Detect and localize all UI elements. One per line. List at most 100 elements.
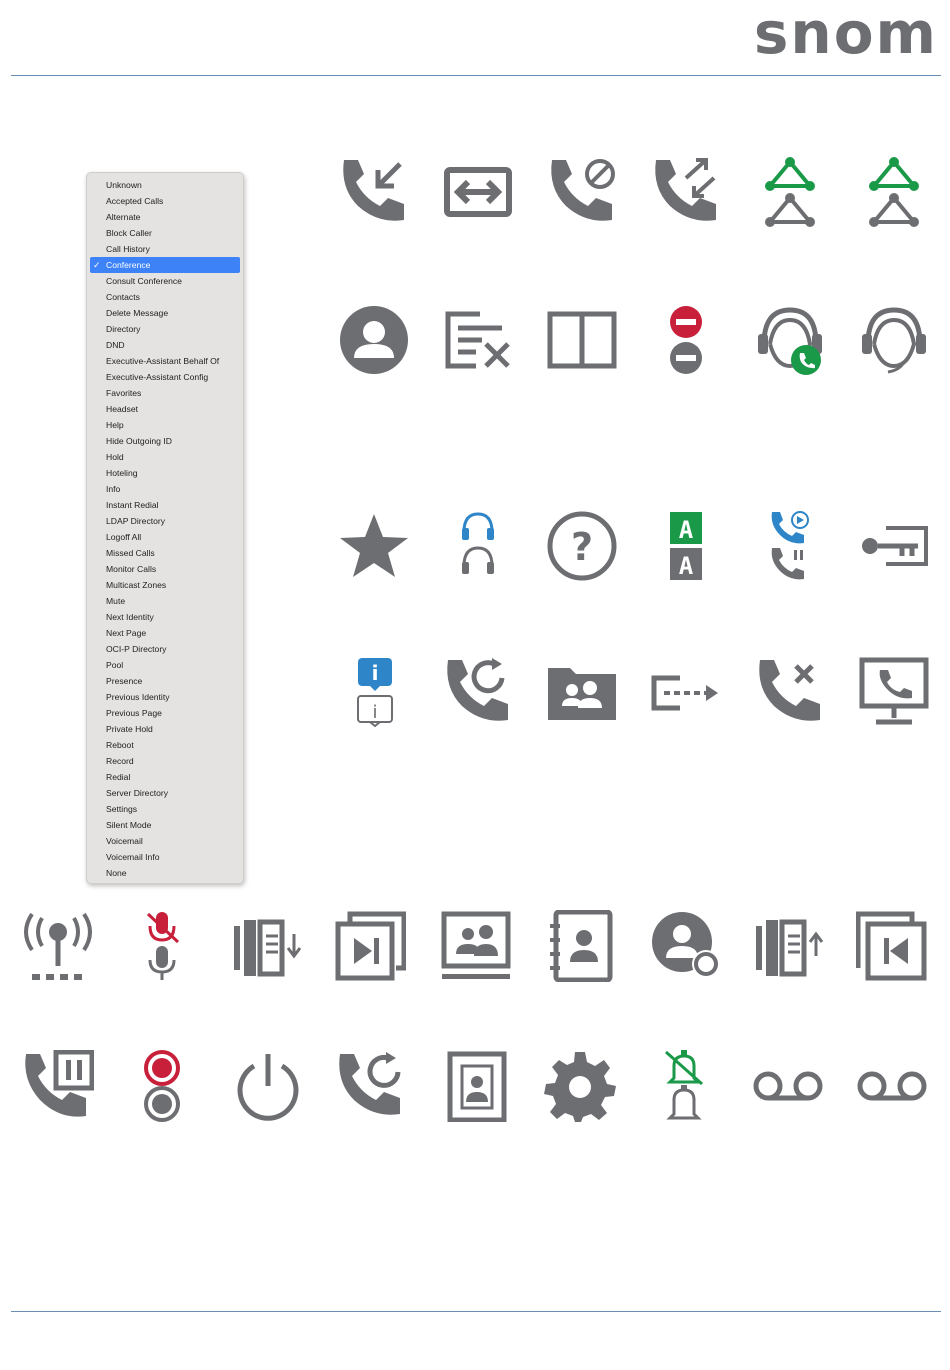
menu-item-monitor-calls[interactable]: Monitor Calls [87, 561, 243, 577]
alternate-icon [442, 156, 514, 228]
menu-item-directory[interactable]: Directory [87, 321, 243, 337]
menu-item-label: Directory [106, 324, 141, 334]
menu-item-label: Accepted Calls [106, 196, 164, 206]
presence-icon [650, 910, 722, 982]
menu-item-label: Contacts [106, 292, 140, 302]
menu-item-next-page[interactable]: Next Page [87, 625, 243, 641]
menu-item-previous-identity[interactable]: Previous Identity [87, 689, 243, 705]
menu-item-reboot[interactable]: Reboot [87, 737, 243, 753]
menu-item-previous-page[interactable]: Previous Page [87, 705, 243, 721]
menu-item-label: Redial [106, 772, 131, 782]
menu-item-label: None [106, 868, 127, 878]
menu-item-label: Favorites [106, 388, 142, 398]
menu-item-record[interactable]: Record [87, 753, 243, 769]
menu-item-label: Hold [106, 452, 124, 462]
menu-item-call-history[interactable]: Call History [87, 241, 243, 257]
snom-logo: snom [753, 0, 938, 67]
menu-item-hoteling[interactable]: Hoteling [87, 465, 243, 481]
executive-assistant-config-icon [858, 304, 930, 376]
consult-conference-icon [858, 156, 930, 228]
ldap-directory-icon [546, 656, 618, 728]
menu-item-hold[interactable]: Hold [87, 449, 243, 465]
voicemail-icon [752, 1050, 824, 1122]
menu-item-dnd[interactable]: DND [87, 337, 243, 353]
svg-text:A: A [679, 552, 694, 580]
menu-item-label: Previous Page [106, 708, 162, 718]
menu-item-multicast-zones[interactable]: Multicast Zones [87, 577, 243, 593]
oci-p-directory-icon [440, 910, 512, 982]
menu-item-label: Block Caller [106, 228, 152, 238]
menu-item-label: Alternate [106, 212, 141, 222]
previous-page-icon [856, 910, 928, 982]
menu-item-logoff-all[interactable]: Logoff All [87, 529, 243, 545]
key-function-dropdown[interactable]: Unknown Accepted Calls Alternate Block Call… [86, 172, 244, 884]
menu-item-label: Presence [106, 676, 143, 686]
menu-item-label: Record [106, 756, 134, 766]
menu-item-label: Headset [106, 404, 139, 414]
favorites-icon [338, 510, 410, 582]
menu-item-help[interactable]: Help [87, 417, 243, 433]
menu-item-label: Silent Mode [106, 820, 152, 830]
menu-item-label: Consult Conference [106, 276, 182, 286]
menu-item-settings[interactable]: Settings [87, 801, 243, 817]
menu-item-none[interactable]: None [87, 865, 243, 881]
menu-item-unknown[interactable]: Unknown [87, 177, 243, 193]
menu-item-label: DND [106, 340, 125, 350]
svg-text:A: A [679, 516, 694, 544]
menu-item-server-directory[interactable]: Server Directory [87, 785, 243, 801]
menu-item-silent-mode[interactable]: Silent Mode [87, 817, 243, 833]
missed-calls-icon [754, 656, 826, 728]
menu-item-mute[interactable]: Mute [87, 593, 243, 609]
menu-item-conference[interactable]: ✓ Conference [90, 257, 240, 273]
menu-item-label: Call History [106, 244, 150, 254]
menu-item-info[interactable]: Info [87, 481, 243, 497]
menu-item-ldap-directory[interactable]: LDAP Directory [87, 513, 243, 529]
menu-item-label: Executive-Assistant Behalf Of [106, 356, 220, 366]
menu-item-next-identity[interactable]: Next Identity [87, 609, 243, 625]
menu-item-redial[interactable]: Redial [87, 769, 243, 785]
menu-item-label: Next Page [106, 628, 147, 638]
accepted-calls-icon [338, 156, 410, 228]
menu-item-label: Missed Calls [106, 548, 155, 558]
menu-item-favorites[interactable]: Favorites [87, 385, 243, 401]
menu-item-executive-assistant-config[interactable]: Executive-Assistant Config [87, 369, 243, 385]
menu-item-executive-assistant-behalf-of[interactable]: Executive-Assistant Behalf Of [87, 353, 243, 369]
menu-item-voicemail-info[interactable]: Voicemail Info [87, 849, 243, 865]
svg-text:i: i [372, 661, 379, 685]
menu-item-pool[interactable]: Pool [87, 657, 243, 673]
svg-text:?: ? [571, 525, 593, 569]
logoff-all-icon [650, 656, 722, 728]
hold-icon [754, 510, 826, 582]
menu-item-label: Executive-Assistant Config [106, 372, 209, 382]
call-history-icon [650, 156, 722, 228]
menu-item-delete-message[interactable]: Delete Message [87, 305, 243, 321]
menu-item-missed-calls[interactable]: Missed Calls [87, 545, 243, 561]
menu-item-label: Instant Redial [106, 500, 159, 510]
settings-icon [544, 1050, 616, 1122]
menu-item-label: Hoteling [106, 468, 138, 478]
menu-item-label: Logoff All [106, 532, 142, 542]
menu-item-block-caller[interactable]: Block Caller [87, 225, 243, 241]
menu-item-presence[interactable]: Presence [87, 673, 243, 689]
directory-icon [546, 304, 618, 376]
menu-item-accepted-calls[interactable]: Accepted Calls [87, 193, 243, 209]
menu-item-label: Settings [106, 804, 138, 814]
menu-item-private-hold[interactable]: Private Hold [87, 721, 243, 737]
menu-item-hide-outgoing-id[interactable]: Hide Outgoing ID [87, 433, 243, 449]
menu-item-label: Next Identity [106, 612, 154, 622]
menu-item-contacts[interactable]: Contacts [87, 289, 243, 305]
menu-item-label: Voicemail Info [106, 852, 160, 862]
menu-item-headset[interactable]: Headset [87, 401, 243, 417]
menu-item-instant-redial[interactable]: Instant Redial [87, 497, 243, 513]
menu-item-label: Mute [106, 596, 126, 606]
menu-item-label: Monitor Calls [106, 564, 157, 574]
mute-icon [126, 910, 198, 982]
menu-item-label: Conference [106, 260, 151, 270]
menu-item-alternate[interactable]: Alternate [87, 209, 243, 225]
multicast-zones-icon [22, 910, 94, 982]
menu-item-voicemail[interactable]: Voicemail [87, 833, 243, 849]
menu-item-consult-conference[interactable]: Consult Conference [87, 273, 243, 289]
menu-item-label: Help [106, 420, 124, 430]
menu-item-oci-p-directory[interactable]: OCI-P Directory [87, 641, 243, 657]
reboot-icon [232, 1050, 304, 1122]
